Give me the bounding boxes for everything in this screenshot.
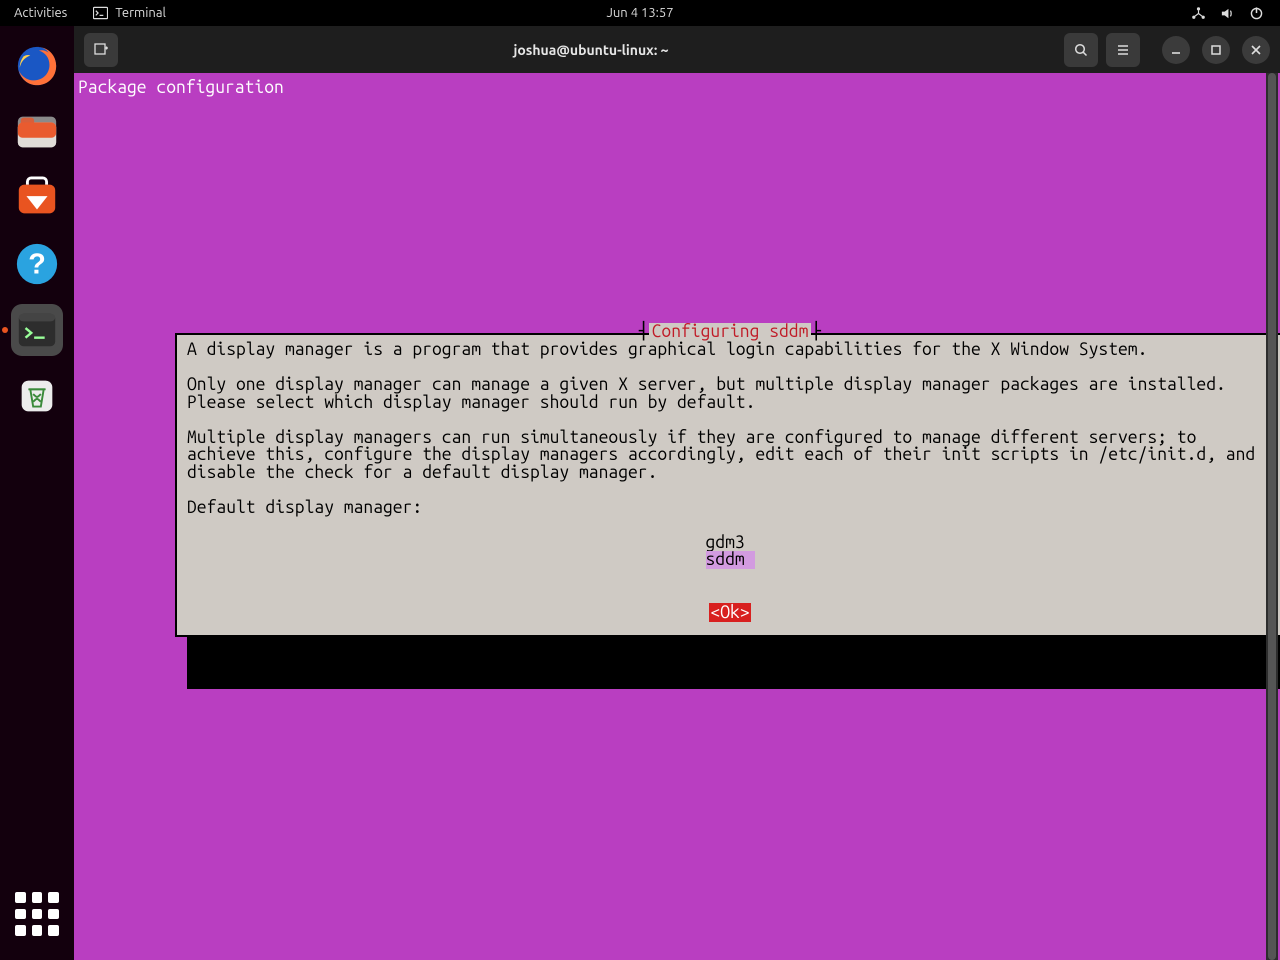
dock: ?	[0, 26, 74, 960]
show-applications-button[interactable]	[15, 892, 59, 936]
terminal-scrollbar[interactable]	[1266, 73, 1278, 960]
hamburger-menu-button[interactable]	[1106, 33, 1140, 67]
power-icon[interactable]	[1249, 6, 1264, 21]
terminal-icon	[93, 6, 108, 21]
gnome-topbar: Activities Terminal Jun 4 13:57	[0, 0, 1280, 26]
clock-text: Jun 4 13:57	[606, 6, 673, 20]
dock-firefox[interactable]	[11, 40, 63, 92]
dialog-options: gdm3 sddm	[187, 534, 1273, 569]
dock-files[interactable]	[11, 106, 63, 158]
package-config-header: Package configuration	[78, 79, 1280, 97]
scrollbar-thumb[interactable]	[1268, 73, 1276, 960]
search-button[interactable]	[1064, 33, 1098, 67]
svg-text:?: ?	[28, 249, 46, 281]
dialog-title-bracket-left: ┤	[639, 323, 649, 341]
ok-button[interactable]: <Ok>	[709, 603, 750, 622]
maximize-button[interactable]	[1202, 36, 1230, 64]
dialog-title-bracket-right: ├	[811, 323, 821, 341]
activities-button[interactable]: Activities	[14, 6, 67, 20]
option-gdm3[interactable]: gdm3	[706, 534, 755, 552]
dock-software[interactable]	[11, 172, 63, 224]
debconf-dialog: ┤ Configuring sddm ├ A display manager i…	[175, 333, 1280, 637]
minimize-button[interactable]	[1162, 36, 1190, 64]
dialog-paragraph-3: Multiple display managers can run simult…	[187, 429, 1273, 482]
topbar-app-indicator[interactable]: Terminal	[93, 6, 166, 21]
close-button[interactable]	[1242, 36, 1270, 64]
dialog-prompt: Default display manager:	[187, 499, 1273, 517]
dock-help[interactable]: ?	[11, 238, 63, 290]
dock-trash[interactable]	[11, 370, 63, 422]
topbar-app-label: Terminal	[115, 6, 166, 20]
terminal-window: joshua@ubuntu-linux: ~ Package c	[74, 26, 1280, 960]
terminal-titlebar: joshua@ubuntu-linux: ~	[74, 26, 1280, 73]
option-sddm[interactable]: sddm	[706, 551, 755, 569]
terminal-content[interactable]: Package configuration ┤ Configuring sddm…	[74, 73, 1280, 960]
activities-label: Activities	[14, 6, 67, 20]
network-icon[interactable]	[1191, 6, 1206, 21]
clock[interactable]: Jun 4 13:57	[606, 6, 673, 20]
volume-icon[interactable]	[1220, 6, 1235, 21]
window-title: joshua@ubuntu-linux: ~	[118, 42, 1064, 58]
dialog-title: Configuring sddm	[649, 323, 812, 341]
dock-terminal[interactable]	[11, 304, 63, 356]
dialog-paragraph-2: Only one display manager can manage a gi…	[187, 376, 1273, 411]
new-tab-button[interactable]	[84, 33, 118, 67]
dialog-paragraph-1: A display manager is a program that prov…	[187, 341, 1273, 359]
